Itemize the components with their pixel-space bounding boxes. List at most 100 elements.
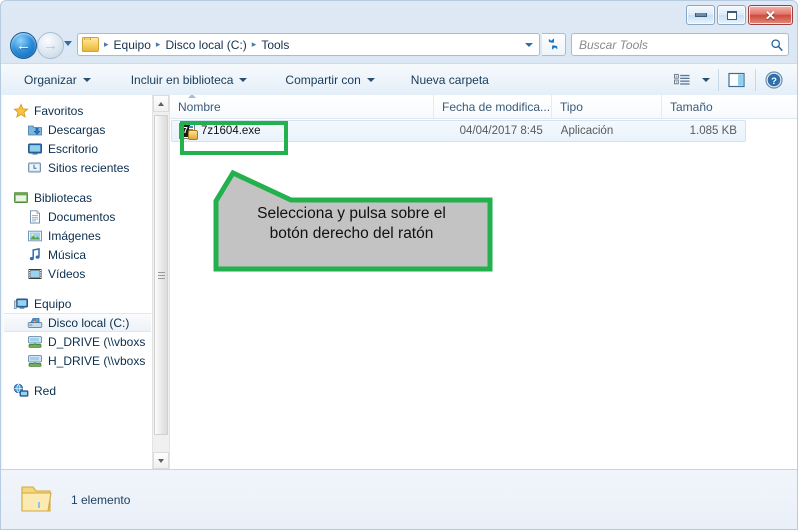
svg-text:?: ? <box>771 76 777 87</box>
chevron-down-icon <box>702 78 710 82</box>
new-folder-button[interactable]: Nueva carpeta <box>402 69 498 91</box>
downloads-icon <box>27 122 43 138</box>
column-header-nombre[interactable]: Nombre <box>170 95 434 118</box>
column-header-tamano[interactable]: Tamaño <box>662 95 762 118</box>
star-icon <box>13 102 29 119</box>
chevron-down-icon <box>158 458 164 463</box>
breadcrumb-item-2[interactable]: Tools <box>258 37 292 53</box>
sidebar-group-bibliotecas[interactable]: Bibliotecas <box>1 188 151 207</box>
annotation-text: Selecciona y pulsa sobre el botón derech… <box>219 204 484 244</box>
sidebar-item-d-drive[interactable]: D_DRIVE (\\vboxs <box>1 332 151 351</box>
breadcrumb-item-0[interactable]: Equipo <box>111 37 154 53</box>
organize-label: Organizar <box>24 73 77 87</box>
forward-button[interactable]: → <box>37 32 64 59</box>
maximize-button[interactable] <box>717 5 746 25</box>
forward-arrow-icon: → <box>43 37 58 54</box>
view-dropdown-button[interactable] <box>697 67 715 93</box>
network-drive-icon <box>27 334 43 350</box>
column-header-label: Fecha de modifica... <box>442 99 551 114</box>
sidebar-item-label: Escritorio <box>48 141 99 156</box>
explorer-window: ✕ ← → ▸ Equipo ▸ Disco local (C:) ▸ Tool… <box>0 0 798 530</box>
sidebar-group-label: Bibliotecas <box>34 190 93 205</box>
address-bar[interactable]: ▸ Equipo ▸ Disco local (C:) ▸ Tools <box>77 33 540 56</box>
folder-icon <box>15 483 57 517</box>
sidebar-item-sitios-recientes[interactable]: Sitios recientes <box>1 158 151 177</box>
breadcrumb-item-1[interactable]: Disco local (C:) <box>162 37 249 53</box>
annotation-line-2: botón derecho del ratón <box>269 224 434 242</box>
sidebar-item-label: Documentos <box>48 209 116 224</box>
toolbar-divider <box>755 69 756 91</box>
search-icon[interactable] <box>770 38 784 52</box>
navigation-bar: ← → ▸ Equipo ▸ Disco local (C:) ▸ Tools … <box>1 29 797 61</box>
file-size-cell: 1.085 KB <box>689 125 737 137</box>
refresh-icon <box>548 38 558 50</box>
command-bar: Organizar Incluir en biblioteca Comparti… <box>1 63 797 97</box>
refresh-button[interactable] <box>542 33 566 56</box>
change-view-button[interactable] <box>667 67 697 93</box>
organize-menu[interactable]: Organizar <box>15 69 100 91</box>
search-input[interactable]: Buscar Tools <box>579 38 770 52</box>
grip-icon <box>157 271 165 279</box>
music-icon <box>27 247 43 263</box>
command-bar-right: ? <box>667 64 797 96</box>
sidebar-item-h-drive[interactable]: H_DRIVE (\\vboxs <box>1 351 151 370</box>
sidebar-item-disco-local-c[interactable]: Disco local (C:) <box>1 313 151 332</box>
close-button[interactable]: ✕ <box>748 5 793 25</box>
title-bar: ✕ <box>1 1 797 29</box>
scroll-up-button[interactable] <box>153 95 169 112</box>
folder-icon <box>82 37 99 52</box>
network-drive-icon <box>27 353 43 369</box>
status-text: 1 elemento <box>71 492 131 507</box>
column-header-fecha[interactable]: Fecha de modifica... <box>434 95 552 118</box>
search-box[interactable]: Buscar Tools <box>571 33 789 56</box>
breadcrumb-separator-1[interactable]: ▸ <box>154 40 163 49</box>
new-folder-label: Nueva carpeta <box>410 73 489 87</box>
help-button[interactable]: ? <box>759 67 789 93</box>
column-headers: Nombre Fecha de modifica... Tipo Tamaño <box>170 95 797 119</box>
sidebar-item-descargas[interactable]: Descargas <box>1 120 151 139</box>
network-icon <box>13 383 29 399</box>
explorer-body: Favoritos Descargas Escritorio Sitios re… <box>1 95 797 470</box>
breadcrumb-separator-2[interactable]: ▸ <box>250 40 259 49</box>
sidebar-item-videos[interactable]: Vídeos <box>1 264 151 283</box>
sidebar-item-label: D_DRIVE (\\vboxs <box>48 334 146 349</box>
sidebar-item-label: Descargas <box>48 122 106 137</box>
minimize-button[interactable] <box>686 5 715 25</box>
recent-places-icon <box>27 160 43 176</box>
address-dropdown-button[interactable] <box>520 34 537 55</box>
sidebar-item-musica[interactable]: Música <box>1 245 151 264</box>
videos-icon <box>27 266 43 282</box>
chevron-down-icon <box>82 78 91 82</box>
window-controls: ✕ <box>686 5 793 25</box>
preview-pane-icon <box>728 72 745 88</box>
include-in-library-menu[interactable]: Incluir en biblioteca <box>122 69 257 91</box>
navigation-pane-scrollbar[interactable] <box>152 95 169 469</box>
scrollbar-thumb[interactable] <box>154 115 168 435</box>
sidebar-item-label: Música <box>48 247 87 262</box>
sidebar-item-imagenes[interactable]: Imágenes <box>1 226 151 245</box>
scroll-down-button[interactable] <box>153 452 169 469</box>
back-button[interactable]: ← <box>10 32 37 59</box>
share-with-label: Compartir con <box>285 73 361 87</box>
sidebar-item-escritorio[interactable]: Escritorio <box>1 139 151 158</box>
column-header-label: Tipo <box>560 99 583 114</box>
chevron-down-icon <box>524 42 533 47</box>
pictures-icon <box>27 228 43 244</box>
recent-locations-icon[interactable] <box>64 41 72 46</box>
sidebar-group-label: Equipo <box>34 296 72 311</box>
list-view-icon <box>673 73 690 85</box>
file-type-cell: Aplicación <box>560 125 614 137</box>
sidebar-group-equipo[interactable]: Equipo <box>1 294 151 313</box>
preview-pane-button[interactable] <box>722 67 752 93</box>
share-with-menu[interactable]: Compartir con <box>276 69 383 91</box>
breadcrumb-separator-0[interactable]: ▸ <box>102 40 111 49</box>
column-header-tipo[interactable]: Tipo <box>552 95 662 118</box>
sidebar-group-label: Red <box>34 383 57 398</box>
column-header-label: Tamaño <box>670 99 713 114</box>
sidebar-group-favoritos[interactable]: Favoritos <box>1 101 151 120</box>
documents-icon <box>27 209 43 225</box>
sidebar-group-red[interactable]: Red <box>1 381 151 400</box>
sidebar-item-documentos[interactable]: Documentos <box>1 207 151 226</box>
navigation-pane: Favoritos Descargas Escritorio Sitios re… <box>1 95 151 469</box>
